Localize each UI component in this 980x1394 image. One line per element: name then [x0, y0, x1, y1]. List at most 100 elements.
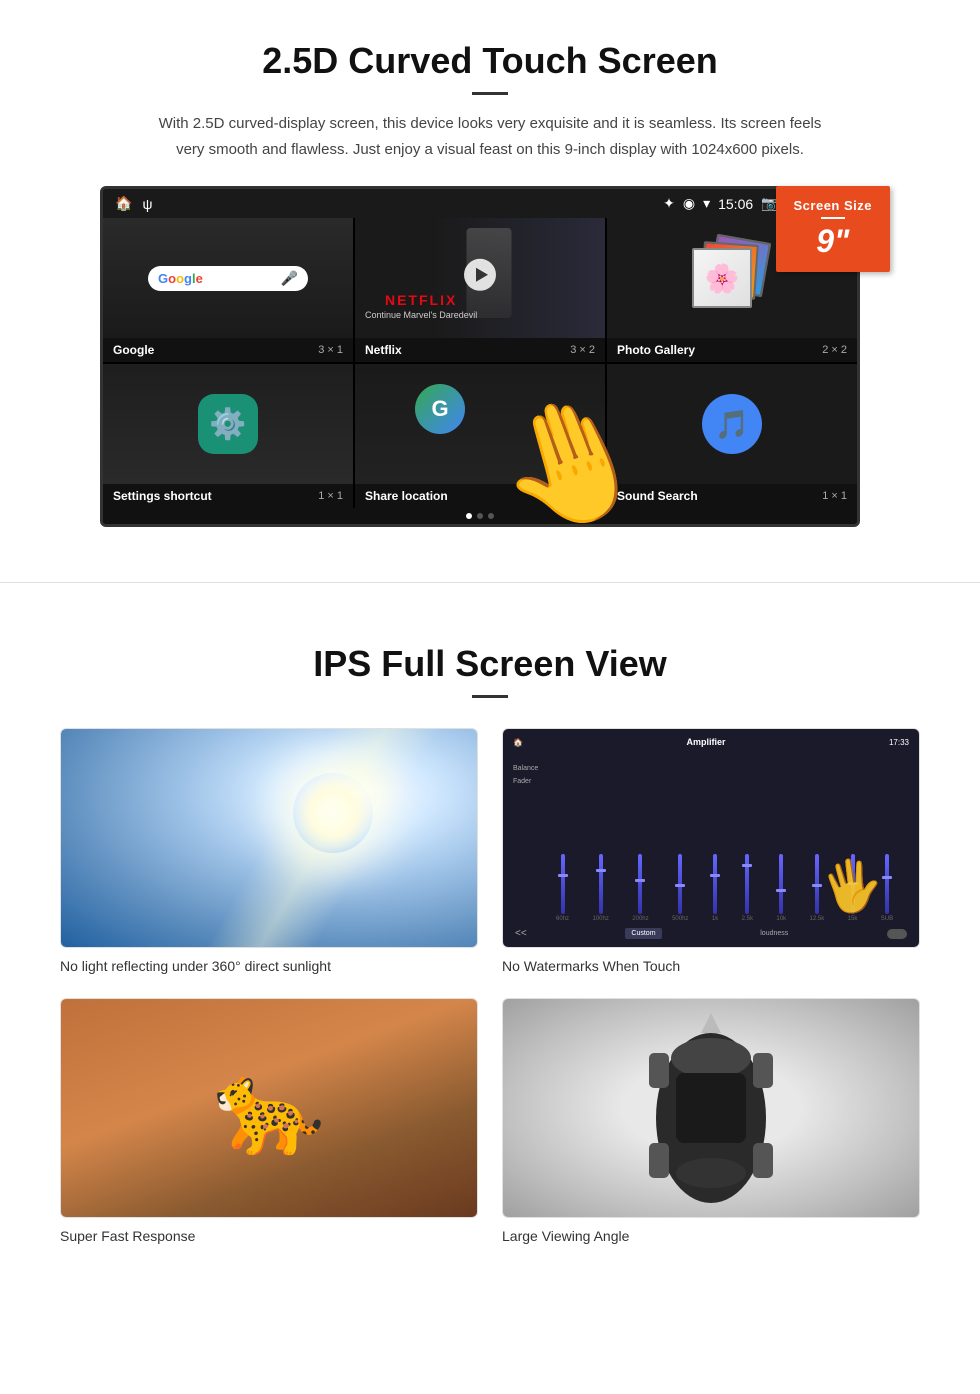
sunlight-image-box — [60, 728, 478, 948]
status-left: 🏠 ψ — [115, 195, 152, 212]
netflix-label-row: Netflix 3 × 2 — [355, 338, 605, 362]
wifi-icon: ▾ — [703, 195, 710, 212]
pagination-dots — [103, 508, 857, 524]
title-divider — [472, 92, 508, 95]
netflix-logo-text: NETFLIX — [385, 292, 457, 308]
cheetah-caption: Super Fast Response — [60, 1228, 478, 1244]
eq-bar-4: 500hz — [672, 854, 688, 922]
eq-slider-7[interactable] — [779, 854, 783, 914]
app-cell-netflix[interactable]: NETFLIX Continue Marvel's Daredevil Netf… — [355, 218, 605, 362]
eq-freq-2: 100hz — [592, 916, 608, 922]
feature-sunlight: No light reflecting under 360° direct su… — [60, 728, 478, 974]
feature-cheetah: 🐆 Super Fast Response — [60, 998, 478, 1244]
settings-preview: ⚙️ — [103, 364, 353, 484]
home-icon[interactable]: 🏠 — [115, 195, 132, 212]
eq-slider-1[interactable] — [561, 854, 565, 914]
feature-equalizer: 🏠 Amplifier 17:33 Balance Fader — [502, 728, 920, 974]
eq-slider-4[interactable] — [678, 854, 682, 914]
eq-loudness-label: loudness — [760, 930, 788, 937]
settings-icon-circle: ⚙️ — [198, 394, 258, 454]
settings-label: Settings shortcut — [113, 489, 212, 503]
cheetah-image-box: 🐆 — [60, 998, 478, 1218]
eq-title: Amplifier — [686, 737, 725, 747]
section-curved-screen: 2.5D Curved Touch Screen With 2.5D curve… — [0, 0, 980, 552]
eq-thumb-1 — [558, 874, 568, 877]
eq-freq-10: SUB — [881, 916, 893, 922]
photo-stack: 🌸 — [692, 238, 772, 318]
gallery-label: Photo Gallery — [617, 343, 695, 357]
sound-size: 1 × 1 — [822, 490, 847, 502]
section2-title: IPS Full Screen View — [60, 643, 920, 685]
eq-custom-button[interactable]: Custom — [625, 928, 661, 939]
netflix-play-button[interactable] — [464, 259, 496, 291]
eq-fader-label: Fader — [513, 778, 538, 785]
eq-statusbar: 🏠 Amplifier 17:33 — [509, 735, 913, 749]
eq-screen: 🏠 Amplifier 17:33 Balance Fader — [503, 729, 919, 947]
netflix-logo-overlay: NETFLIX Continue Marvel's Daredevil — [365, 292, 477, 320]
maps-preview: G 🤚 — [355, 364, 605, 484]
google-logo: Google — [158, 271, 203, 286]
section-ips: IPS Full Screen View No light reflecting… — [0, 613, 980, 1284]
eq-slider-5[interactable] — [713, 854, 717, 914]
dot-2[interactable] — [477, 513, 483, 519]
eq-slider-6[interactable] — [745, 854, 749, 914]
eq-thumb-7 — [776, 889, 786, 892]
screen-size-badge: Screen Size 9" — [776, 186, 891, 272]
eq-bar-2: 100hz — [592, 854, 608, 922]
badge-divider — [821, 217, 845, 219]
netflix-preview: NETFLIX Continue Marvel's Daredevil — [355, 218, 605, 338]
eq-bar-5: 1k — [712, 854, 718, 922]
usb-icon: ψ — [142, 196, 152, 212]
eq-toggle[interactable] — [887, 929, 907, 939]
eq-bar-6: 2.5k — [742, 854, 753, 922]
sunlight-bg — [61, 729, 477, 947]
bluetooth-icon: ✦ — [663, 195, 675, 212]
eq-freq-3: 200hz — [632, 916, 648, 922]
eq-caption: No Watermarks When Touch — [502, 958, 920, 974]
car-bg — [503, 999, 919, 1217]
eq-freq-6: 2.5k — [742, 916, 753, 922]
app-cell-google[interactable]: Google 🎤 Google 3 × 1 — [103, 218, 353, 362]
feature-image-grid: No light reflecting under 360° direct su… — [60, 728, 920, 1244]
cheetah-scene: 🐆 — [61, 999, 477, 1217]
google-preview: Google 🎤 — [103, 218, 353, 338]
eq-image-box: 🏠 Amplifier 17:33 Balance Fader — [502, 728, 920, 948]
photo-card-1: 🌸 — [692, 248, 752, 308]
google-label: Google — [113, 343, 154, 357]
eq-thumb-5 — [710, 874, 720, 877]
touch-hand-icon: 🖐 — [816, 852, 888, 921]
eq-slider-3[interactable] — [638, 854, 642, 914]
eq-slider-2[interactable] — [599, 854, 603, 914]
mic-icon[interactable]: 🎤 — [281, 270, 298, 287]
gallery-size: 2 × 2 — [822, 344, 847, 356]
section1-desc: With 2.5D curved-display screen, this de… — [150, 111, 830, 162]
settings-label-row: Settings shortcut 1 × 1 — [103, 484, 353, 508]
feature-car: Large Viewing Angle — [502, 998, 920, 1244]
app-cell-maps[interactable]: G 🤚 Share location 1 × 1 — [355, 364, 605, 508]
eq-freq-5: 1k — [712, 916, 718, 922]
badge-label: Screen Size — [794, 198, 873, 213]
google-search-bar[interactable]: Google 🎤 — [148, 266, 308, 291]
car-top-svg — [621, 998, 801, 1218]
eq-freq-8: 12.5k — [810, 916, 825, 922]
section-divider — [0, 582, 980, 583]
google-label-row: Google 3 × 1 — [103, 338, 353, 362]
dot-3[interactable] — [488, 513, 494, 519]
app-cell-settings[interactable]: ⚙️ Settings shortcut 1 × 1 — [103, 364, 353, 508]
car-caption: Large Viewing Angle — [502, 1228, 920, 1244]
settings-size: 1 × 1 — [318, 490, 343, 502]
gear-icon: ⚙️ — [209, 407, 246, 442]
time-display: 15:06 — [718, 196, 753, 212]
screen-mockup-wrap: Screen Size 9" 🏠 ψ ✦ ◉ ▾ 15:06 📷 🔊 ✕ — [100, 186, 880, 527]
section1-title: 2.5D Curved Touch Screen — [60, 40, 920, 82]
maps-icon-wrap: G — [415, 384, 465, 434]
music-icon: 🎵 — [715, 408, 750, 441]
car-image-box — [502, 998, 920, 1218]
dot-1[interactable] — [466, 513, 472, 519]
eq-thumb-3 — [635, 879, 645, 882]
play-icon — [476, 268, 488, 282]
eq-labels: Balance Fader — [513, 757, 538, 922]
eq-nav-prev[interactable]: << — [515, 928, 527, 939]
eq-bar-1: 60hz — [556, 854, 569, 922]
eq-thumb-6 — [742, 864, 752, 867]
